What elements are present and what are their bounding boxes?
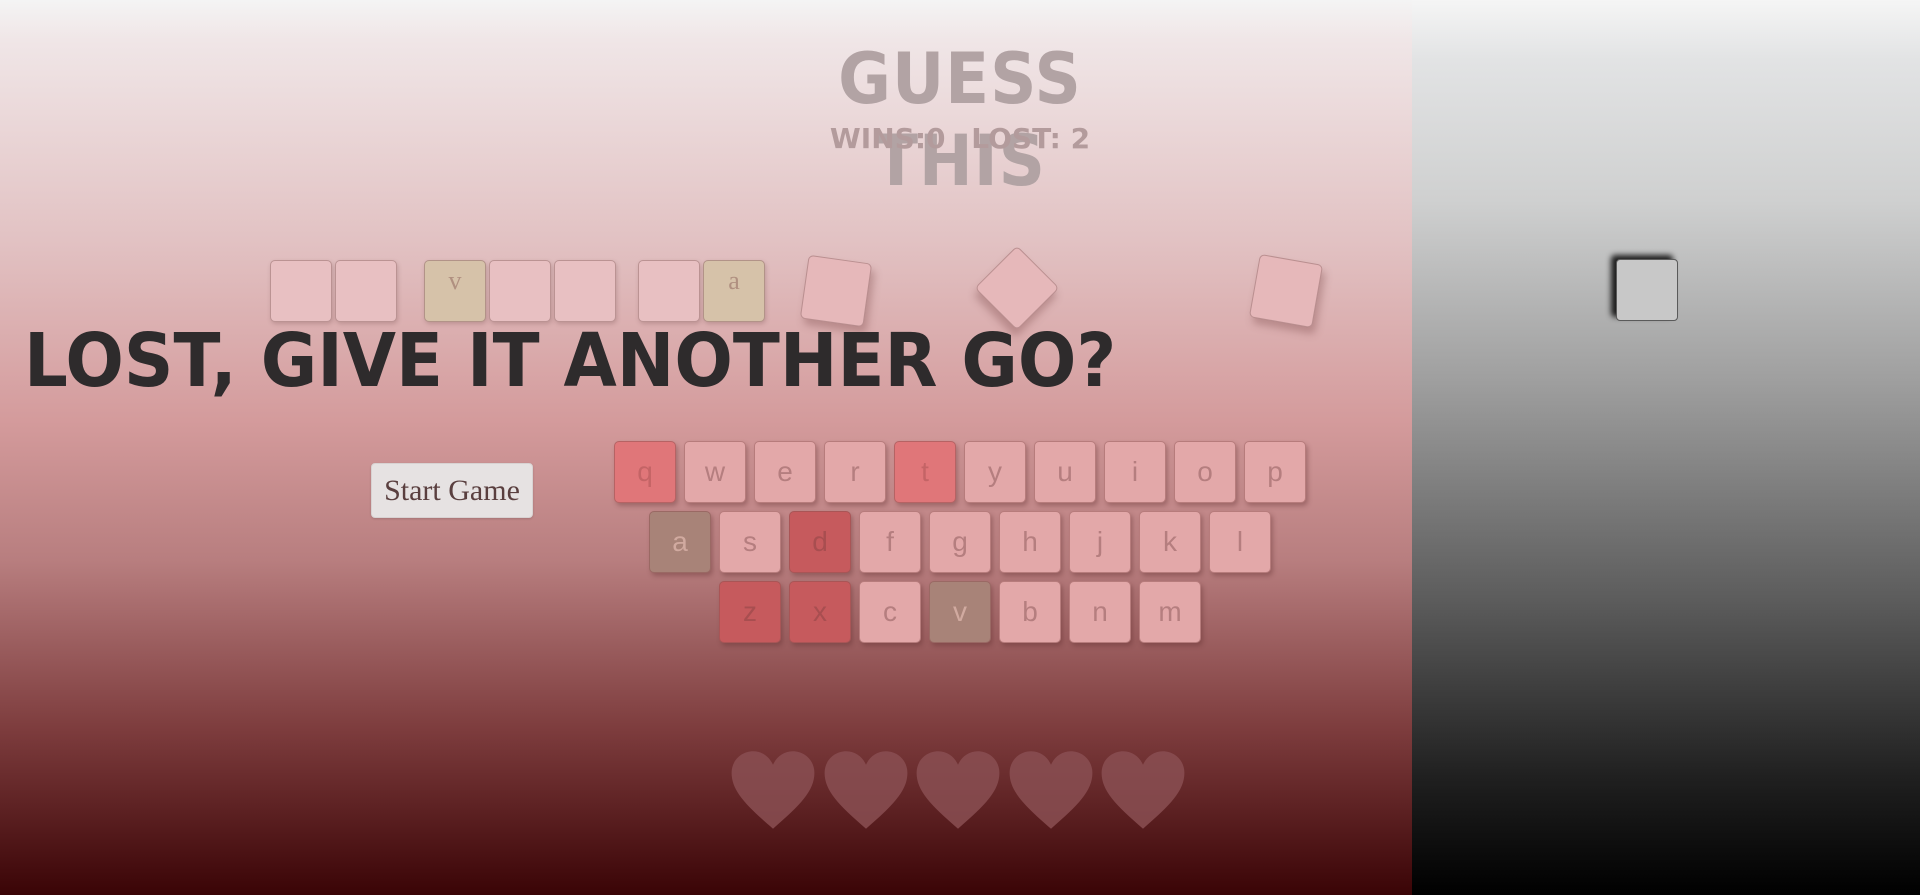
wins-count: WINS:0 <box>829 122 946 155</box>
heart-icon <box>913 748 1003 832</box>
key-m[interactable]: m <box>1139 581 1201 643</box>
key-q[interactable]: q <box>614 441 676 503</box>
word-letter-tile <box>270 260 332 322</box>
key-r[interactable]: r <box>824 441 886 503</box>
start-game-button[interactable]: Start Game <box>371 463 533 518</box>
side-cube <box>1616 259 1678 321</box>
heart-icon <box>728 748 818 832</box>
key-v[interactable]: v <box>929 581 991 643</box>
word-letter-tile: a <box>703 260 765 322</box>
key-s[interactable]: s <box>719 511 781 573</box>
word-letter-tile <box>489 260 551 322</box>
key-h[interactable]: h <box>999 511 1061 573</box>
key-o[interactable]: o <box>1174 441 1236 503</box>
heart-icon <box>1098 748 1188 832</box>
heart-icon <box>821 748 911 832</box>
key-f[interactable]: f <box>859 511 921 573</box>
key-l[interactable]: l <box>1209 511 1271 573</box>
key-z[interactable]: z <box>719 581 781 643</box>
key-g[interactable]: g <box>929 511 991 573</box>
key-a[interactable]: a <box>649 511 711 573</box>
heart-icon <box>1006 748 1096 832</box>
word-letter-tile <box>335 260 397 322</box>
key-e[interactable]: e <box>754 441 816 503</box>
key-u[interactable]: u <box>1034 441 1096 503</box>
game-stage: GUESS THIS WINS:0 LOST: 2 v a LOST, GIVE… <box>0 0 1412 895</box>
key-y[interactable]: y <box>964 441 1026 503</box>
side-panel <box>1412 0 1920 895</box>
key-i[interactable]: i <box>1104 441 1166 503</box>
key-p[interactable]: p <box>1244 441 1306 503</box>
key-w[interactable]: w <box>684 441 746 503</box>
floating-tile <box>1248 253 1324 329</box>
word-letter-tile <box>638 260 700 322</box>
key-j[interactable]: j <box>1069 511 1131 573</box>
game-title: GUESS THIS <box>838 38 1082 202</box>
key-t[interactable]: t <box>894 441 956 503</box>
key-x[interactable]: x <box>789 581 851 643</box>
scoreboard: WINS:0 LOST: 2 <box>820 122 1100 155</box>
word-letter-tile: v <box>424 260 486 322</box>
word-letter-tile <box>554 260 616 322</box>
result-message: LOST, GIVE IT ANOTHER GO? <box>24 318 1117 404</box>
key-k[interactable]: k <box>1139 511 1201 573</box>
key-n[interactable]: n <box>1069 581 1131 643</box>
floating-tile <box>799 254 873 328</box>
key-b[interactable]: b <box>999 581 1061 643</box>
key-c[interactable]: c <box>859 581 921 643</box>
lost-count: LOST: 2 <box>971 122 1091 155</box>
key-d[interactable]: d <box>789 511 851 573</box>
